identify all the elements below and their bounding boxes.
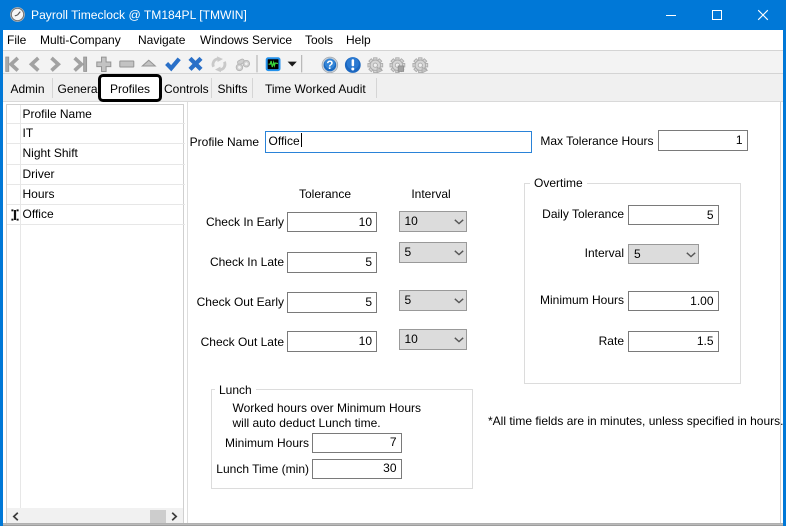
- svg-text:?: ?: [326, 60, 333, 72]
